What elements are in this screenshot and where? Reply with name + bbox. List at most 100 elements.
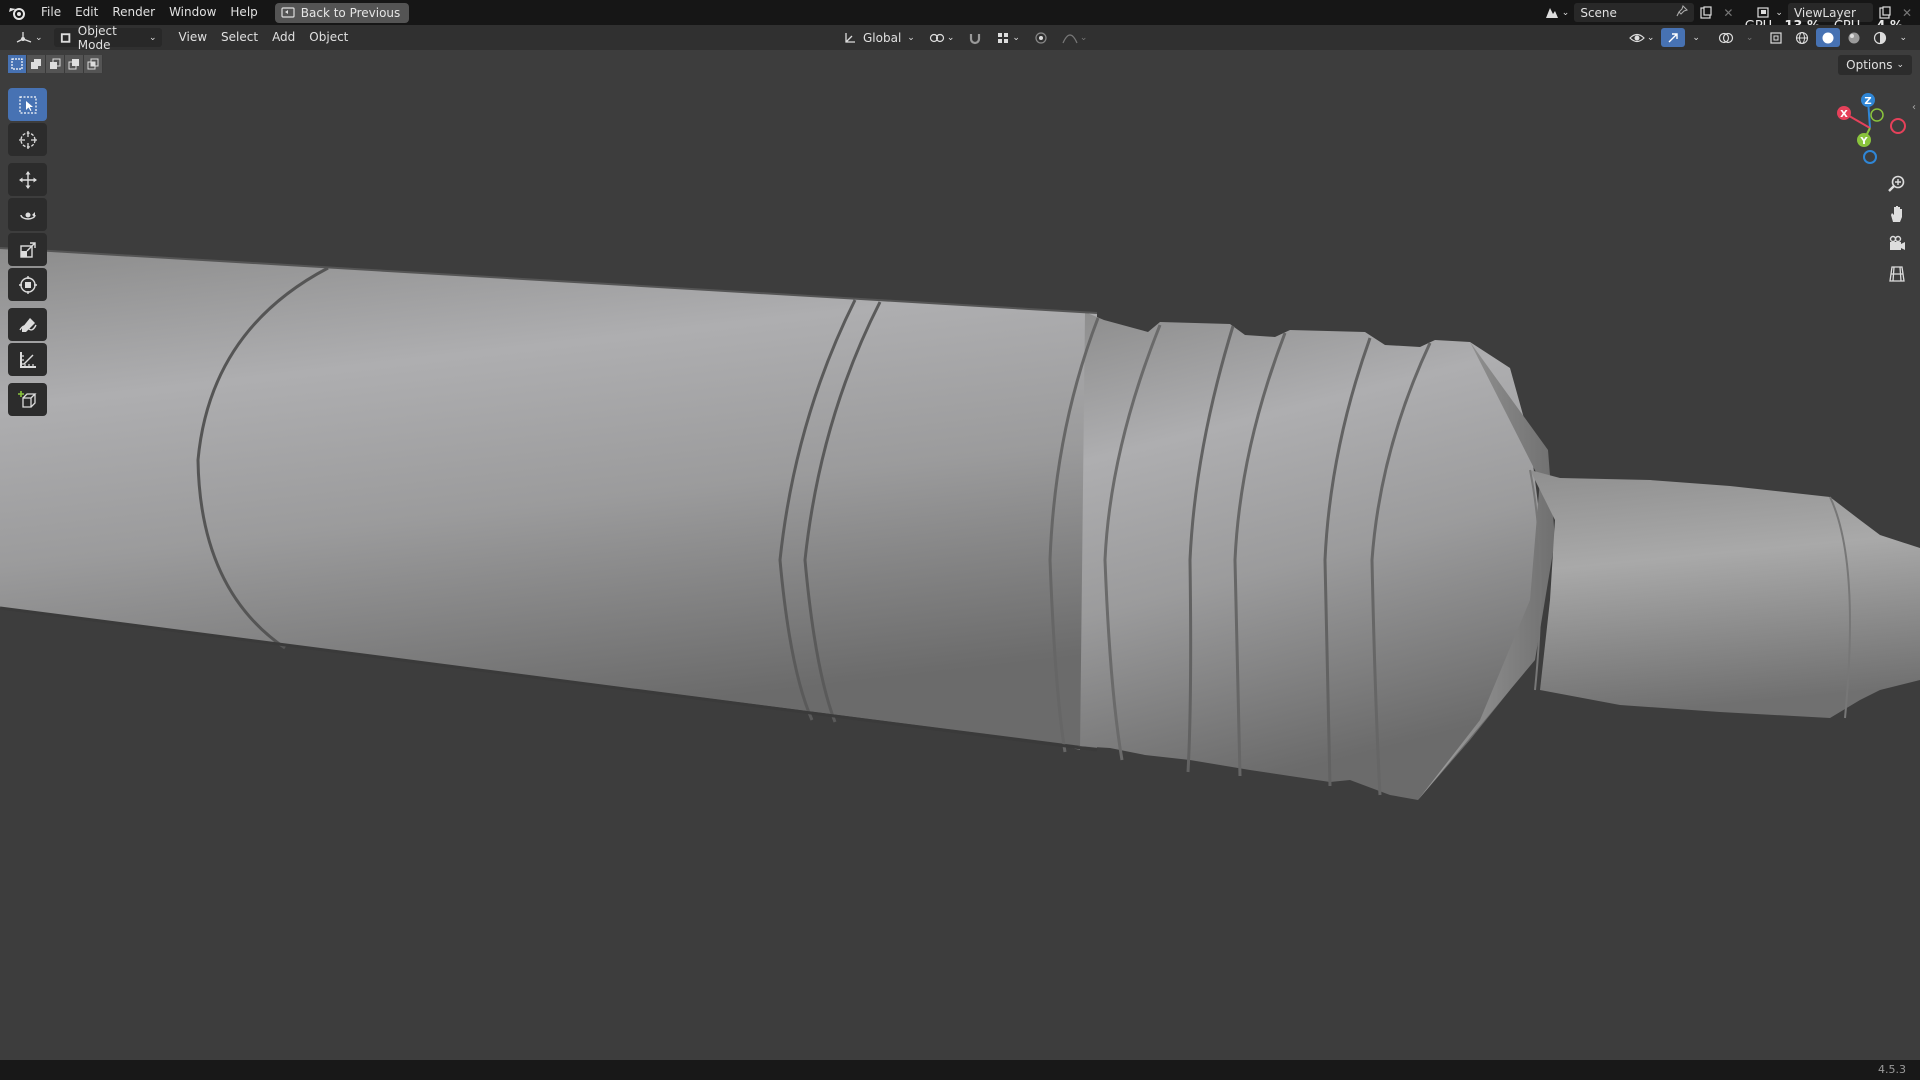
scene-name-field[interactable]: Scene: [1574, 3, 1695, 22]
transform-orientation-dropdown[interactable]: Global ⌄: [838, 28, 920, 47]
gizmo-icon: [1668, 32, 1679, 42]
snap-target-dropdown[interactable]: ⌄: [991, 28, 1025, 47]
sidebar-toggle-icon[interactable]: ‹: [1912, 102, 1916, 113]
overlays-icon: [1718, 32, 1734, 43]
view-layer-name-label: ViewLayer: [1793, 5, 1856, 20]
viewport-header: ⌄ Object Mode ⌄ View Select Add Object G…: [0, 24, 1920, 52]
chevron-down-icon: ⌄: [1896, 60, 1904, 70]
measure-ruler-icon: [19, 351, 36, 368]
tool-measure[interactable]: [8, 343, 47, 376]
shading-wireframe-button[interactable]: [1790, 28, 1814, 47]
menu-render[interactable]: Render: [105, 0, 162, 25]
xray-icon: [1770, 31, 1783, 44]
overlays-toggle[interactable]: [1713, 28, 1739, 47]
select-extend-icon[interactable]: [27, 55, 46, 73]
editor-type-button[interactable]: ⌄: [10, 28, 48, 47]
select-intersect-icon[interactable]: [84, 55, 103, 73]
tool-shelf: [8, 88, 48, 418]
scale-icon: [19, 241, 36, 258]
cursor-icon: [18, 130, 37, 149]
wireframe-sphere-icon: [1796, 31, 1809, 44]
tool-annotate[interactable]: [8, 308, 47, 341]
annotate-pencil-icon: [18, 317, 37, 332]
menu-help[interactable]: Help: [223, 0, 264, 25]
select-subtract-icon[interactable]: [46, 55, 65, 73]
move-icon: [18, 170, 37, 189]
snap-toggle[interactable]: [963, 28, 987, 47]
tool-move[interactable]: [8, 163, 47, 196]
selection-mode-group: [8, 55, 103, 73]
tool-scale[interactable]: [8, 233, 47, 266]
interaction-mode-label: Object Mode: [77, 23, 117, 52]
shading-rendered-button[interactable]: [1868, 28, 1892, 47]
top-bar: File Edit Render Window Help Back to Pre…: [0, 0, 1920, 34]
scene-icon: [1545, 7, 1558, 18]
menu-window[interactable]: Window: [162, 0, 223, 25]
xray-toggle[interactable]: [1764, 28, 1788, 47]
solid-sphere-icon: [1822, 32, 1834, 43]
material-sphere-icon: [1848, 32, 1860, 43]
select-set-new-icon[interactable]: [8, 55, 27, 73]
scene-name-label: Scene: [1580, 5, 1617, 20]
menu-file[interactable]: File: [34, 0, 68, 25]
gizmo-toggle[interactable]: [1661, 28, 1686, 47]
cylinder-mesh-render: [0, 247, 1920, 800]
falloff-curve-icon: [1062, 33, 1078, 43]
status-bar: 4.5.3: [0, 1060, 1920, 1080]
magnet-icon: [970, 33, 981, 44]
proportional-edit-icon: [1035, 31, 1047, 44]
new-scene-icon[interactable]: [1694, 3, 1718, 22]
proportional-falloff-dropdown[interactable]: ⌄: [1057, 28, 1093, 47]
shading-solid-button[interactable]: [1816, 28, 1841, 47]
navigation-gizmo[interactable]: Z X Y: [1826, 88, 1906, 168]
menu-select[interactable]: Select: [214, 25, 265, 50]
viewport-options-dropdown[interactable]: Options ⌄: [1838, 55, 1912, 75]
object-mode-icon: [60, 32, 70, 43]
gizmo-dropdown[interactable]: ⌄: [1687, 28, 1705, 47]
svg-text:Y: Y: [1859, 136, 1868, 147]
tool-cursor[interactable]: [8, 123, 47, 156]
select-invert-icon[interactable]: [65, 55, 84, 73]
3d-viewport-icon: [16, 31, 32, 43]
tool-add-cube[interactable]: [8, 383, 47, 416]
menu-add[interactable]: Add: [265, 25, 302, 50]
chevron-down-icon: ⌄: [149, 32, 157, 43]
tool-select-box[interactable]: [8, 88, 47, 121]
transform-icon: [18, 275, 37, 294]
shading-material-button[interactable]: [1842, 28, 1866, 47]
version-label: 4.5.3: [1878, 1063, 1906, 1076]
svg-text:X: X: [1840, 109, 1848, 120]
blender-logo-icon[interactable]: [0, 0, 34, 25]
screen-back-icon: [281, 6, 295, 18]
pin-icon[interactable]: [1676, 4, 1689, 20]
rendered-sphere-icon: [1874, 31, 1887, 44]
perspective-grid-icon[interactable]: [1882, 260, 1912, 288]
zoom-icon[interactable]: [1882, 170, 1912, 198]
tool-transform[interactable]: [8, 268, 47, 301]
delete-scene-icon[interactable]: ✕: [1718, 3, 1738, 22]
rotate-icon: [19, 211, 36, 220]
navigation-buttons: [1882, 170, 1912, 290]
options-label: Options: [1846, 58, 1893, 72]
pivot-point-icon: [929, 33, 944, 42]
pivot-point-dropdown[interactable]: ⌄: [924, 28, 960, 47]
camera-view-icon[interactable]: [1882, 230, 1912, 258]
3d-viewport[interactable]: Options ⌄ Z X Y ‹: [0, 50, 1920, 1060]
proportional-editing-toggle[interactable]: [1029, 28, 1053, 47]
scene-selector-button[interactable]: ⌄: [1539, 3, 1575, 22]
back-to-previous-button[interactable]: Back to Previous: [274, 2, 410, 23]
menu-edit[interactable]: Edit: [68, 0, 105, 25]
shading-dropdown[interactable]: ⌄: [1894, 28, 1912, 47]
tool-rotate[interactable]: [8, 198, 47, 231]
interaction-mode-dropdown[interactable]: Object Mode ⌄: [53, 24, 162, 52]
add-cube-icon: [17, 390, 37, 408]
menu-view[interactable]: View: [172, 25, 214, 50]
pan-hand-icon[interactable]: [1882, 200, 1912, 228]
menu-object[interactable]: Object: [302, 25, 355, 50]
selectability-visibility-dropdown[interactable]: ⌄: [1624, 28, 1660, 47]
snap-grid-icon: [998, 32, 1009, 43]
select-box-icon: [18, 95, 37, 114]
overlays-dropdown[interactable]: ⌄: [1741, 28, 1759, 47]
orientation-global-icon: [845, 32, 855, 43]
back-to-previous-label: Back to Previous: [300, 5, 401, 20]
